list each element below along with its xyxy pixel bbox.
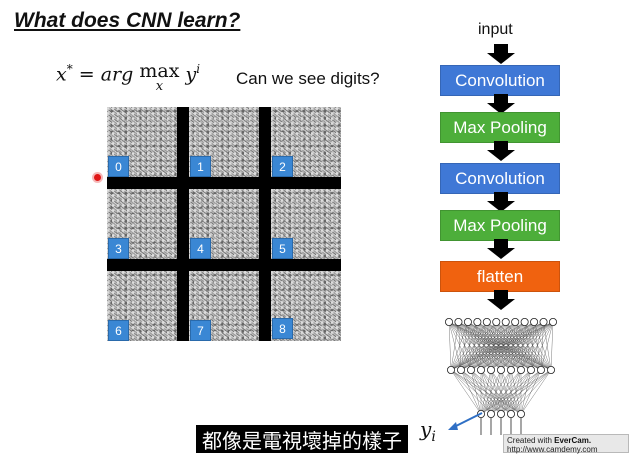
network-node bbox=[445, 318, 453, 326]
network-node bbox=[511, 318, 520, 326]
network-node bbox=[520, 318, 529, 326]
network-node bbox=[517, 366, 526, 375]
network-edge bbox=[480, 369, 532, 415]
network-edge bbox=[490, 321, 525, 371]
digit-label-5: 5 bbox=[272, 238, 293, 259]
laser-pointer-dot bbox=[94, 174, 101, 181]
formula-y-sup: i bbox=[196, 62, 201, 76]
formula-lhs: x bbox=[56, 63, 67, 86]
output-label: yi bbox=[420, 417, 436, 445]
convolution-block-2: Convolution bbox=[440, 163, 560, 194]
grid-divider-h2 bbox=[107, 259, 341, 271]
formula-max-sub: x bbox=[155, 79, 164, 94]
network-node bbox=[507, 410, 516, 419]
convolution-block-1: Convolution bbox=[440, 65, 560, 96]
question-text: Can we see digits? bbox=[236, 69, 380, 88]
network-node bbox=[456, 366, 465, 375]
digit-label-8: 8 bbox=[272, 318, 293, 339]
input-label: input bbox=[478, 21, 513, 38]
max-pooling-block-1: Max Pooling bbox=[440, 112, 560, 143]
network-edge bbox=[480, 369, 552, 415]
network-node bbox=[497, 366, 506, 375]
network-edge bbox=[470, 369, 482, 415]
network-node bbox=[487, 410, 496, 419]
max-pooling-block-2: Max Pooling bbox=[440, 210, 560, 241]
network-node bbox=[466, 366, 475, 375]
network-node bbox=[477, 366, 486, 375]
evercam-watermark: Created with EverCam. http://www.camdemy… bbox=[503, 434, 629, 454]
network-node bbox=[497, 410, 506, 419]
formula-max: max x bbox=[139, 62, 179, 94]
network-node bbox=[492, 318, 501, 326]
formula-eq: = bbox=[72, 63, 101, 86]
network-node bbox=[501, 318, 510, 326]
network-node bbox=[463, 318, 472, 326]
digit-label-2: 2 bbox=[272, 156, 293, 177]
pointer-arrow-icon bbox=[448, 412, 483, 430]
watermark-brand: EverCam. bbox=[554, 436, 592, 445]
network-node bbox=[454, 318, 463, 326]
network-node bbox=[507, 366, 516, 375]
network-edge bbox=[460, 369, 482, 415]
network-node bbox=[527, 366, 536, 375]
network-edge bbox=[450, 369, 482, 415]
network-edge bbox=[500, 369, 552, 415]
digit-label-1: 1 bbox=[190, 156, 211, 177]
video-subtitle: 都像是電視壞掉的樣子 bbox=[196, 425, 408, 453]
network-node bbox=[547, 366, 556, 375]
network-node bbox=[537, 366, 546, 375]
network-node bbox=[473, 318, 482, 326]
formula-y: y bbox=[185, 63, 197, 86]
network-edge bbox=[520, 369, 552, 415]
network-node bbox=[447, 366, 455, 375]
digit-label-6: 6 bbox=[108, 320, 129, 341]
network-node bbox=[539, 318, 548, 326]
flatten-block: flatten bbox=[440, 261, 560, 292]
network-node bbox=[517, 410, 526, 419]
digit-label-0: 0 bbox=[108, 156, 129, 177]
digit-image-grid: 0 1 2 3 4 5 6 7 8 bbox=[107, 107, 341, 341]
formula-op: arg bbox=[100, 63, 134, 86]
network-node bbox=[549, 318, 558, 326]
grid-divider-h1 bbox=[107, 177, 341, 189]
slide-title: What does CNN learn? bbox=[14, 9, 241, 32]
network-node bbox=[530, 318, 539, 326]
network-node bbox=[482, 318, 491, 326]
output-label-y: y bbox=[420, 417, 432, 441]
argmax-formula: x* = arg max x yi bbox=[56, 62, 200, 94]
digit-label-7: 7 bbox=[190, 320, 211, 341]
watermark-prefix: Created with bbox=[507, 436, 555, 445]
grid-divider-v2 bbox=[259, 107, 271, 341]
digit-label-4: 4 bbox=[190, 238, 211, 259]
network-edge bbox=[510, 369, 552, 415]
output-label-sub: i bbox=[431, 429, 436, 445]
grid-divider-v1 bbox=[177, 107, 189, 341]
network-node bbox=[487, 366, 496, 375]
digit-label-3: 3 bbox=[108, 238, 129, 259]
